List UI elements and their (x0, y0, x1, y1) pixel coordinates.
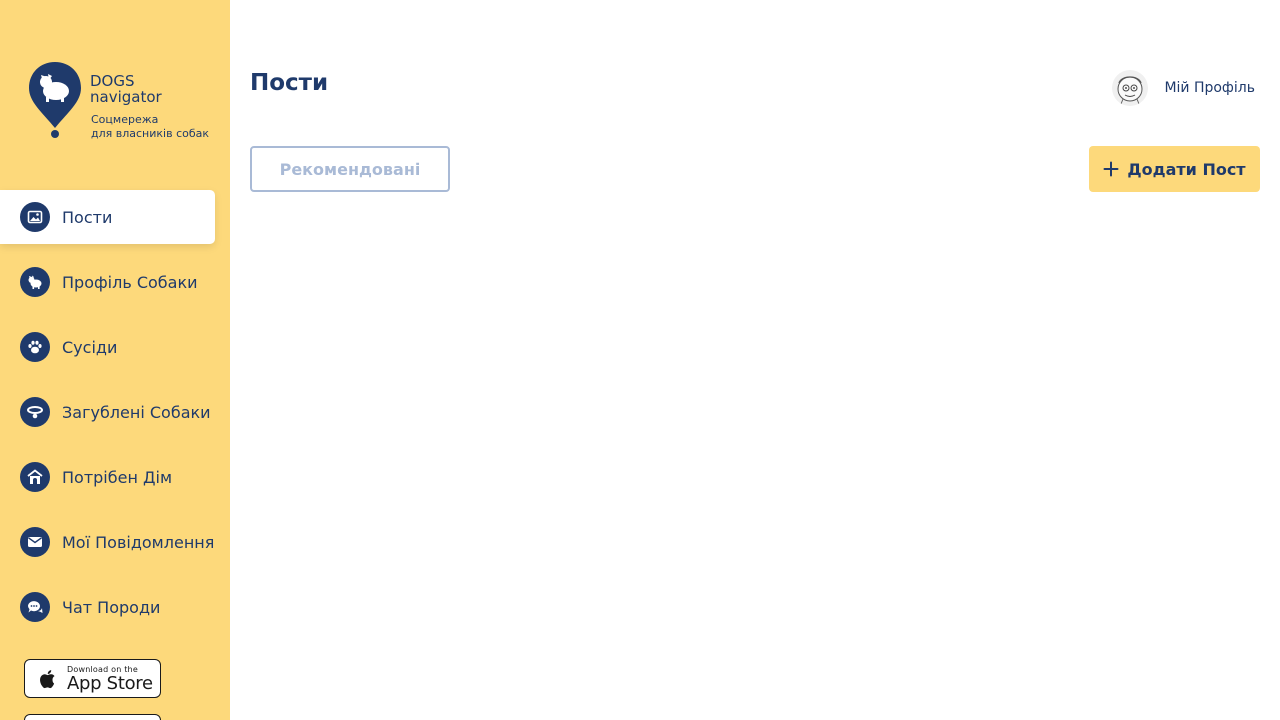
dog-house-icon (20, 462, 50, 492)
sidebar-item-label: Сусіди (62, 337, 118, 357)
google-play-badge[interactable] (24, 714, 161, 720)
page-title: Пости (250, 70, 329, 96)
sidebar-item-label: Загублені Собаки (62, 402, 211, 422)
sidebar: DOGS navigator Соцмережа для власників с… (0, 0, 230, 720)
sidebar-item-needs-home[interactable]: Потрібен Дім (0, 450, 215, 504)
add-post-label: Додати Пост (1127, 159, 1246, 179)
dog-icon (20, 267, 50, 297)
main-content: Пости Мій Профіль Рекомендовані Додати П… (230, 0, 1280, 720)
avatar-cartoon-icon (1117, 76, 1143, 105)
chat-icon (20, 592, 50, 622)
image-icon (20, 202, 50, 232)
sidebar-item-dog-profile[interactable]: Профіль Собаки (0, 255, 215, 309)
add-post-button[interactable]: Додати Пост (1089, 146, 1260, 192)
sidebar-item-label: Профіль Собаки (62, 272, 198, 292)
sidebar-item-breed-chat[interactable]: Чат Породи (0, 580, 215, 634)
avatar (1112, 70, 1149, 106)
sidebar-item-messages[interactable]: Мої Повідомлення (0, 515, 215, 569)
sidebar-item-lost-dogs[interactable]: Загублені Собаки (0, 385, 215, 439)
sidebar-item-label: Чат Породи (62, 597, 161, 617)
sidebar-item-label: Пости (62, 207, 113, 227)
app-store-text: Download on the App Store (67, 664, 153, 694)
apple-icon (40, 669, 55, 688)
sidebar-item-label: Мої Повідомлення (62, 532, 215, 552)
logo-pin-icon (29, 62, 81, 138)
app-store-badge[interactable]: Download on the App Store (24, 659, 161, 698)
sidebar-item-neighbors[interactable]: Сусіди (0, 320, 215, 374)
plus-icon (1103, 161, 1119, 177)
logo-title: DOGS navigator (90, 72, 162, 106)
sidebar-item-posts[interactable]: Пости (0, 190, 215, 244)
sidebar-item-label: Потрібен Дім (62, 467, 173, 487)
envelope-icon (20, 527, 50, 557)
recommended-filter-button[interactable]: Рекомендовані (250, 146, 450, 192)
paw-icon (20, 332, 50, 362)
collar-icon (20, 397, 50, 427)
my-profile-link[interactable]: Мій Профіль (1112, 70, 1255, 106)
my-profile-label: Мій Профіль (1164, 80, 1255, 96)
logo[interactable]: DOGS navigator Соцмережа для власників с… (28, 60, 218, 140)
logo-subtitle: Соцмережа для власників собак (91, 113, 210, 140)
